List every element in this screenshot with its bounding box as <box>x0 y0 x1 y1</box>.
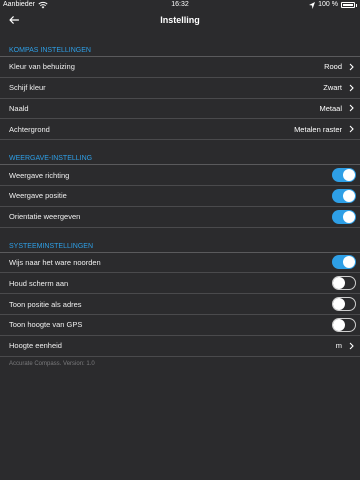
back-button[interactable] <box>6 12 22 28</box>
toggle-knob <box>343 210 355 223</box>
row-value: Metaal <box>319 103 342 113</box>
battery-percent: 100 % <box>318 1 338 8</box>
version-label: Accurate Compass. Version: 1.0 <box>9 360 95 367</box>
row-label: Toon hoogte van GPS <box>9 320 83 330</box>
toggle-knob <box>343 189 355 202</box>
row-weergave-richting: Weergave richting <box>0 165 360 186</box>
battery-tip-icon <box>356 3 357 7</box>
row-wijs-naar-ware-noorden: Wijs naar het ware noorden <box>0 253 360 274</box>
chevron-right-icon <box>346 63 356 71</box>
toggle-knob <box>343 169 355 182</box>
row-toon-positie-als-adres: Toon positie als adres <box>0 294 360 315</box>
row-label: Hoogte eenheid <box>9 341 62 351</box>
toggle-ware-noorden[interactable] <box>332 255 356 270</box>
location-arrow-icon <box>309 1 316 9</box>
toggle-orientatie-weergeven[interactable] <box>332 209 356 224</box>
toggle-hoogte-van-gps[interactable] <box>332 317 356 332</box>
toggle-knob <box>333 277 345 290</box>
row-houd-scherm-aan: Houd scherm aan <box>0 273 360 295</box>
chevron-right-icon <box>346 125 356 133</box>
toggle-knob <box>333 318 345 331</box>
row-orientatie-weergeven: Orientatie weergeven <box>0 207 360 228</box>
row-value: Zwart <box>323 83 342 93</box>
toggle-positie-als-adres[interactable] <box>332 297 356 312</box>
row-label: Houd scherm aan <box>9 278 69 288</box>
row-label: Toon positie als adres <box>9 299 82 309</box>
toggle-weergave-richting[interactable] <box>332 168 356 183</box>
page-title: Instelling <box>160 15 200 25</box>
row-naald[interactable]: Naald Metaal <box>0 99 360 120</box>
row-value: Rood <box>324 62 342 72</box>
back-arrow-icon <box>9 16 19 24</box>
row-label: Naald <box>9 103 29 113</box>
section-header-systeem: SYSTEEMINSTELLINGEN <box>0 241 360 253</box>
row-schijf-kleur[interactable]: Schijf kleur Zwart <box>0 78 360 99</box>
toggle-houd-scherm-aan[interactable] <box>332 276 356 291</box>
navigation-bar: Instelling <box>0 10 360 30</box>
row-label: Achtergrond <box>9 124 50 134</box>
row-toon-hoogte-van-gps: Toon hoogte van GPS <box>0 315 360 336</box>
row-weergave-positie: Weergave positie <box>0 186 360 207</box>
chevron-right-icon <box>346 84 356 92</box>
battery-icon <box>341 2 355 8</box>
chevron-right-icon <box>346 104 356 112</box>
row-label: Orientatie weergeven <box>9 212 81 222</box>
row-label: Wijs naar het ware noorden <box>9 257 101 267</box>
row-achtergrond[interactable]: Achtergrond Metalen raster <box>0 119 360 141</box>
row-label: Kleur van behuizing <box>9 62 75 72</box>
status-bar: Aanbieder 16:32 100 % <box>0 0 360 10</box>
row-label: Weergave positie <box>9 191 67 201</box>
toggle-knob <box>333 298 345 311</box>
row-kleur-van-behuizing[interactable]: Kleur van behuizing Rood <box>0 57 360 78</box>
toggle-knob <box>343 256 355 269</box>
status-time: 16:32 <box>171 1 189 8</box>
toggle-weergave-positie[interactable] <box>332 188 356 203</box>
section-header-weergave: WEERGAVE-INSTELLING <box>0 153 360 166</box>
row-label: Weergave richting <box>9 170 70 180</box>
row-value: Metalen raster <box>294 124 342 134</box>
section-header-kompas: KOMPAS INSTELLINGEN <box>0 45 360 57</box>
row-label: Schijf kleur <box>9 83 46 93</box>
chevron-right-icon <box>346 342 356 350</box>
status-right: 100 % <box>309 0 357 10</box>
row-hoogte-eenheid[interactable]: Hoogte eenheid m <box>0 336 360 357</box>
row-value: m <box>335 341 342 351</box>
